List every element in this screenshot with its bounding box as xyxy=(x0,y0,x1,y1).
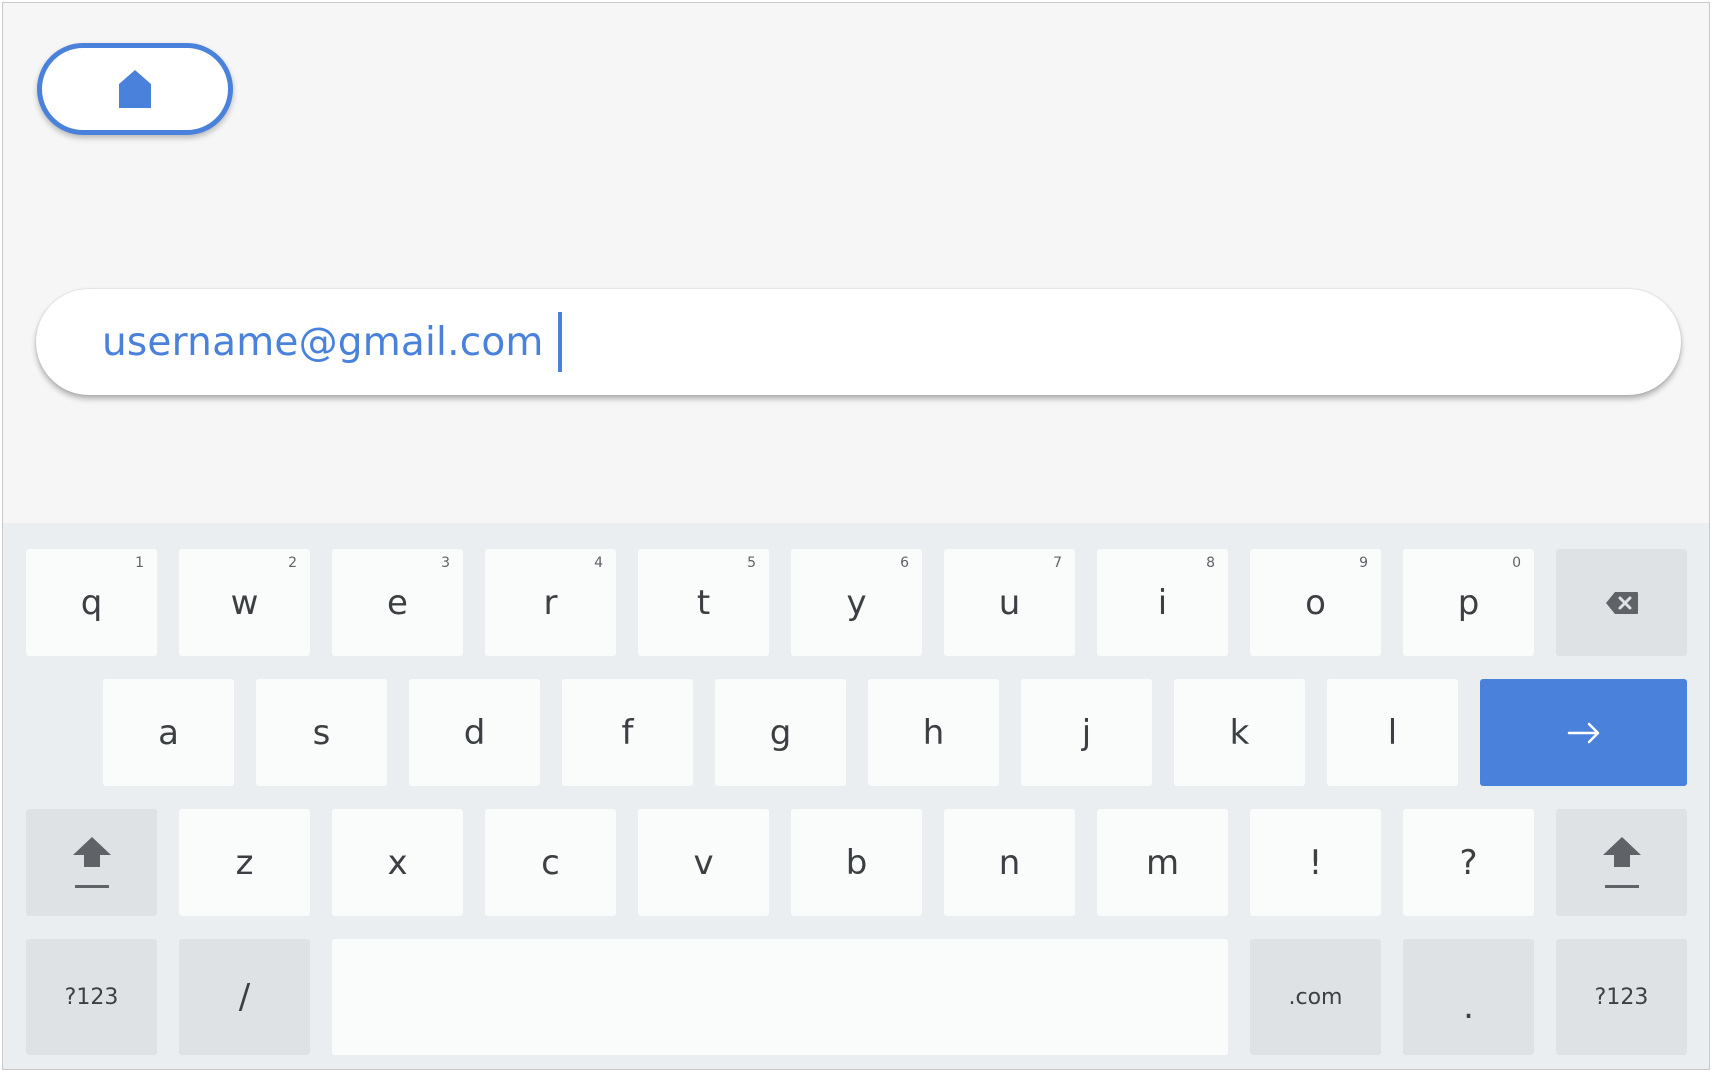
key-r[interactable]: r 4 xyxy=(485,549,616,656)
key-exclamation[interactable]: ! xyxy=(1250,809,1381,916)
key-label: s xyxy=(312,712,331,753)
key-q[interactable]: q 1 xyxy=(26,549,157,656)
key-label: a xyxy=(158,712,179,753)
key-b[interactable]: b xyxy=(791,809,922,916)
key-hint: 9 xyxy=(1359,555,1368,571)
key-a[interactable]: a xyxy=(103,679,234,786)
key-label: y xyxy=(846,582,867,623)
key-g[interactable]: g xyxy=(715,679,846,786)
key-label: k xyxy=(1229,712,1250,753)
key-hint: 1 xyxy=(135,555,144,571)
key-e[interactable]: e 3 xyxy=(332,549,463,656)
key-label: ?123 xyxy=(64,984,119,1010)
key-m[interactable]: m xyxy=(1097,809,1228,916)
key-s[interactable]: s xyxy=(256,679,387,786)
key-hint: 2 xyxy=(288,555,297,571)
key-i[interactable]: i 8 xyxy=(1097,549,1228,656)
key-label: . xyxy=(1463,987,1474,1027)
shift-icon xyxy=(1602,836,1641,888)
key-label: f xyxy=(621,712,634,753)
key-j[interactable]: j xyxy=(1021,679,1152,786)
key-label: t xyxy=(696,582,711,623)
home-icon xyxy=(119,70,151,108)
key-d[interactable]: d xyxy=(409,679,540,786)
key-y[interactable]: y 6 xyxy=(791,549,922,656)
key-z[interactable]: z xyxy=(179,809,310,916)
key-label: l xyxy=(1387,712,1398,753)
key-label: d xyxy=(463,712,486,753)
key-label: i xyxy=(1157,582,1168,623)
key-k[interactable]: k xyxy=(1174,679,1305,786)
key-label: m xyxy=(1145,842,1180,883)
key-label: x xyxy=(387,842,408,883)
key-question[interactable]: ? xyxy=(1403,809,1534,916)
key-label: w xyxy=(230,582,259,623)
key-label: p xyxy=(1457,582,1480,623)
key-hint: 7 xyxy=(1053,555,1062,571)
key-label: / xyxy=(238,977,251,1017)
enter-key[interactable] xyxy=(1480,679,1687,786)
key-p[interactable]: p 0 xyxy=(1403,549,1534,656)
arrow-right-icon xyxy=(1567,722,1599,743)
email-field-value: username@gmail.com xyxy=(102,319,544,365)
key-label: v xyxy=(693,842,714,883)
key-u[interactable]: u 7 xyxy=(944,549,1075,656)
home-button[interactable] xyxy=(37,43,233,135)
shift-icon xyxy=(72,836,111,888)
key-label: n xyxy=(998,842,1021,883)
key-v[interactable]: v xyxy=(638,809,769,916)
key-l[interactable]: l xyxy=(1327,679,1458,786)
symbols-key-left[interactable]: ?123 xyxy=(26,939,157,1055)
key-c[interactable]: c xyxy=(485,809,616,916)
key-label: ? xyxy=(1459,842,1478,883)
period-key[interactable]: . xyxy=(1403,939,1534,1055)
key-h[interactable]: h xyxy=(868,679,999,786)
key-label: z xyxy=(235,842,254,883)
key-f[interactable]: f xyxy=(562,679,693,786)
slash-key[interactable]: / xyxy=(179,939,310,1055)
dotcom-key[interactable]: .com xyxy=(1250,939,1381,1055)
key-label: e xyxy=(387,582,408,623)
key-label: ?123 xyxy=(1594,984,1649,1010)
text-cursor xyxy=(557,312,562,372)
key-hint: 4 xyxy=(594,555,603,571)
key-label: u xyxy=(998,582,1021,623)
key-o[interactable]: o 9 xyxy=(1250,549,1381,656)
key-label: b xyxy=(845,842,868,883)
key-hint: 3 xyxy=(441,555,450,571)
key-label: q xyxy=(80,582,103,623)
key-label: h xyxy=(922,712,945,753)
key-label: j xyxy=(1081,712,1092,753)
key-label: ! xyxy=(1308,842,1323,883)
on-screen-keyboard: q 1 w 2 e 3 r 4 t 5 y 6 u 7 i 8 o 9 p 0 … xyxy=(3,523,1709,1069)
backspace-key[interactable] xyxy=(1556,549,1687,656)
shift-key-right[interactable] xyxy=(1556,809,1687,916)
key-label: r xyxy=(543,582,558,623)
space-key[interactable] xyxy=(332,939,1228,1055)
key-n[interactable]: n xyxy=(944,809,1075,916)
backspace-icon xyxy=(1605,591,1638,614)
key-label: o xyxy=(1305,582,1326,623)
key-x[interactable]: x xyxy=(332,809,463,916)
key-hint: 5 xyxy=(747,555,756,571)
key-label: .com xyxy=(1288,984,1343,1010)
shift-key-left[interactable] xyxy=(26,809,157,916)
key-w[interactable]: w 2 xyxy=(179,549,310,656)
key-hint: 6 xyxy=(900,555,909,571)
app-frame: username@gmail.com q 1 w 2 e 3 r 4 t 5 y… xyxy=(2,2,1710,1070)
key-hint: 8 xyxy=(1206,555,1215,571)
symbols-key-right[interactable]: ?123 xyxy=(1556,939,1687,1055)
key-label: g xyxy=(769,712,792,753)
email-field[interactable]: username@gmail.com xyxy=(36,289,1681,395)
key-t[interactable]: t 5 xyxy=(638,549,769,656)
key-hint: 0 xyxy=(1512,555,1521,571)
key-label: c xyxy=(541,842,560,883)
